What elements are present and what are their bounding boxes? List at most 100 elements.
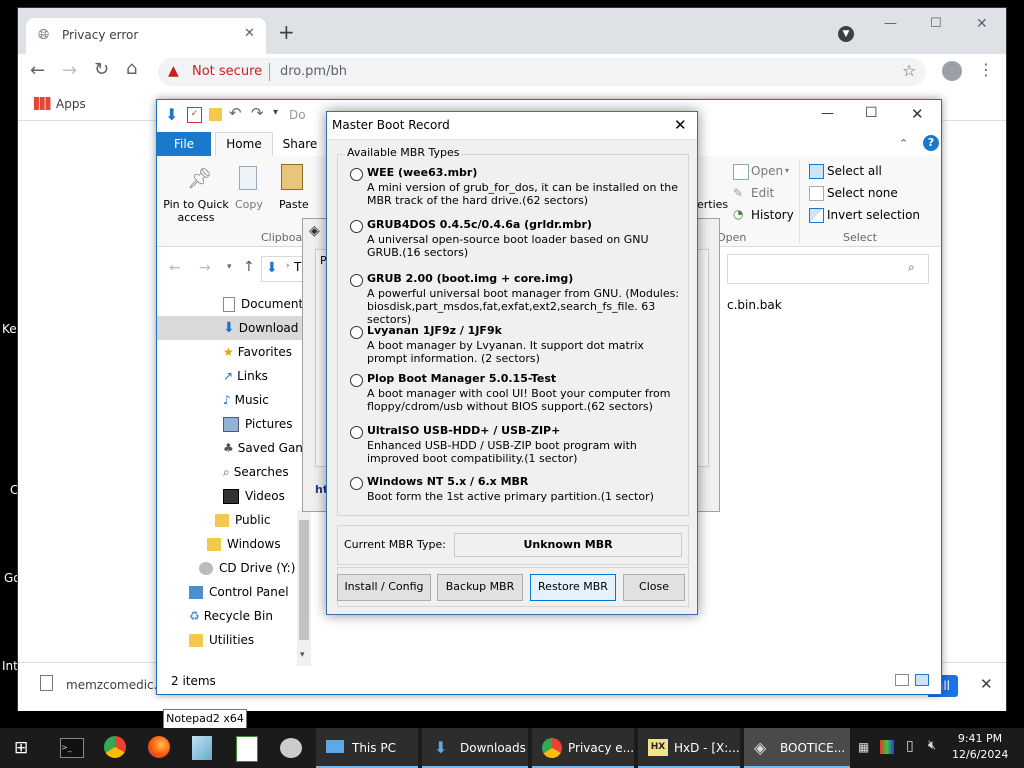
redo-icon[interactable]: ↷ xyxy=(251,104,264,122)
backup-mbr-button[interactable]: Backup MBR xyxy=(437,574,523,601)
terminal-icon[interactable]: >_ xyxy=(60,738,84,758)
reload-icon[interactable]: ↻ xyxy=(94,59,109,80)
volume-muted-icon[interactable]: 🔇︎ xyxy=(928,738,936,753)
explorer-minimize-button[interactable]: — xyxy=(821,106,834,121)
firefox-icon[interactable] xyxy=(148,736,170,758)
mbr-option-wee[interactable]: WEE (wee63.mbr) A mini version of grub_f… xyxy=(350,166,680,208)
current-mbr-label: Current MBR Type: xyxy=(344,538,446,551)
download-bar-close-icon[interactable]: ✕ xyxy=(980,675,993,693)
tab-search-icon[interactable]: ▼ xyxy=(838,26,854,42)
forward-arrow-icon[interactable]: → xyxy=(62,60,77,81)
copy-button[interactable]: Copy xyxy=(235,198,263,211)
nav-item-utilities[interactable]: Utilities xyxy=(189,628,339,652)
windows-start-icon[interactable]: ⊞ xyxy=(14,739,34,757)
open-button[interactable]: Open xyxy=(751,164,783,178)
history-button[interactable]: History xyxy=(751,208,794,222)
select-all-button[interactable]: Select all xyxy=(827,164,882,178)
nav-back-icon[interactable]: ← xyxy=(169,260,181,276)
nav-item-control-panel[interactable]: Control Panel xyxy=(189,580,339,604)
clock-date[interactable]: 12/6/2024 xyxy=(952,748,1008,761)
nav-scroll-thumb[interactable] xyxy=(299,520,309,640)
close-button[interactable]: Close xyxy=(623,574,685,601)
home-icon[interactable]: ⌂ xyxy=(126,58,137,79)
install-config-button[interactable]: Install / Config xyxy=(337,574,431,601)
nav-item-cd-drive[interactable]: CD Drive (Y:) H xyxy=(199,556,301,580)
large-icons-view-icon[interactable] xyxy=(915,674,929,686)
properties-partial[interactable]: erties xyxy=(697,198,728,211)
nav-scrollbar[interactable]: ▾ xyxy=(297,510,311,666)
tab-file[interactable]: File xyxy=(157,132,211,156)
radio-button[interactable] xyxy=(350,220,363,233)
apps-bookmark[interactable]: Apps xyxy=(56,97,86,111)
mbr-option-grub2[interactable]: GRUB 2.00 (boot.img + core.img) A powerf… xyxy=(350,272,680,326)
up-arrow-icon[interactable]: ↑ xyxy=(243,259,255,275)
taskbar-hxd[interactable]: HX HxD - [X:... xyxy=(638,728,740,768)
bookmark-star-icon[interactable]: ☆ xyxy=(902,61,916,80)
invert-selection-button[interactable]: Invert selection xyxy=(827,208,920,222)
scroll-down-icon[interactable]: ▾ xyxy=(300,650,305,660)
chrome-menu-icon[interactable]: ⋮ xyxy=(978,60,994,79)
taskbar-this-pc[interactable]: This PC xyxy=(316,728,418,768)
paste-button[interactable]: Paste xyxy=(279,198,309,211)
videos-icon xyxy=(223,489,239,504)
app-icon[interactable] xyxy=(280,738,302,758)
mbr-option-lvyanan[interactable]: Lvyanan 1JF9z / 1JF9k A boot manager by … xyxy=(350,324,680,366)
profile-avatar[interactable] xyxy=(942,61,962,81)
radio-button[interactable] xyxy=(350,168,363,181)
back-arrow-icon[interactable]: ← xyxy=(30,60,45,81)
notepad2-icon[interactable] xyxy=(192,736,212,760)
mbr-option-windows-nt[interactable]: Windows NT 5.x / 6.x MBR Boot form the 1… xyxy=(350,475,680,507)
url-text[interactable]: dro.pm/bh xyxy=(280,64,347,79)
new-tab-button[interactable]: + xyxy=(278,20,295,44)
explorer-maximize-button[interactable]: ☐ xyxy=(865,105,878,121)
tab-home[interactable]: Home xyxy=(215,132,273,157)
radio-button[interactable] xyxy=(350,477,363,490)
tray-color-icon[interactable] xyxy=(880,740,894,754)
taskbar-chrome[interactable]: Privacy e... xyxy=(532,728,634,768)
tab-share[interactable]: Share xyxy=(275,132,325,156)
nav-item-downloads[interactable]: ⬇ Download xyxy=(157,316,313,340)
chrome-minimize-button[interactable]: — xyxy=(884,16,897,31)
download-filename[interactable]: memzcomedic.i xyxy=(66,678,161,692)
radio-button[interactable] xyxy=(350,426,363,439)
help-icon[interactable]: ? xyxy=(923,135,939,151)
chrome-close-button[interactable]: ✕ xyxy=(976,16,988,32)
taskbar-downloads[interactable]: ⬇ Downloads xyxy=(422,728,528,768)
properties-icon[interactable]: ✓ xyxy=(187,107,202,123)
mbr-close-icon[interactable]: ✕ xyxy=(674,116,687,134)
restore-mbr-button[interactable]: Restore MBR xyxy=(530,574,616,601)
new-folder-icon[interactable] xyxy=(209,108,222,121)
select-none-button[interactable]: Select none xyxy=(827,186,898,200)
qat-dropdown-icon[interactable]: ▾ xyxy=(273,107,278,118)
mbr-option-ultraiso[interactable]: UltraISO USB-HDD+ / USB-ZIP+ Enhanced US… xyxy=(350,424,680,466)
edit-button[interactable]: Edit xyxy=(751,186,774,200)
details-view-icon[interactable] xyxy=(895,674,909,686)
usb-icon[interactable]: ▯ xyxy=(906,738,914,754)
open-dropdown-icon[interactable]: ▾ xyxy=(785,166,789,175)
chrome-tab[interactable]: 🌐︎ Privacy error ✕ xyxy=(26,18,266,54)
omnibox[interactable]: ▲ Not secure dro.pm/bh ☆ xyxy=(158,58,926,86)
security-label[interactable]: Not secure xyxy=(192,64,262,79)
taskbar-bootice[interactable]: ◈ BOOTICE... xyxy=(744,728,850,768)
mbr-option-plop[interactable]: Plop Boot Manager 5.0.15-Test A boot man… xyxy=(350,372,680,414)
chrome-maximize-button[interactable]: ☐ xyxy=(930,16,942,31)
nav-forward-icon[interactable]: → xyxy=(199,260,211,276)
network-icon[interactable]: ▦ xyxy=(858,740,869,754)
recent-locations-icon[interactable]: ▾ xyxy=(227,262,232,272)
nav-item-recycle-bin[interactable]: ♻ Recycle Bin xyxy=(189,604,339,628)
chrome-icon[interactable] xyxy=(104,736,126,758)
radio-button[interactable] xyxy=(350,274,363,287)
tab-close-icon[interactable]: ✕ xyxy=(244,26,255,41)
radio-button[interactable] xyxy=(350,374,363,387)
search-box[interactable]: ⌕ xyxy=(727,254,929,284)
clock-time[interactable]: 9:41 PM xyxy=(952,732,1008,745)
radio-button[interactable] xyxy=(350,326,363,339)
undo-icon[interactable]: ↶ xyxy=(229,104,242,122)
editor-icon[interactable] xyxy=(236,736,258,762)
file-item-partial[interactable]: c.bin.bak xyxy=(727,298,782,312)
pin-quick-access-button[interactable]: Pin to Quick access xyxy=(161,198,231,224)
ribbon-collapse-icon[interactable]: ⌃ xyxy=(899,137,908,150)
address-bar[interactable]: ⬇ › T xyxy=(261,256,307,282)
explorer-close-button[interactable]: ✕ xyxy=(911,105,924,123)
mbr-option-grub4dos[interactable]: GRUB4DOS 0.4.5c/0.4.6a (grldr.mbr) A uni… xyxy=(350,218,680,260)
